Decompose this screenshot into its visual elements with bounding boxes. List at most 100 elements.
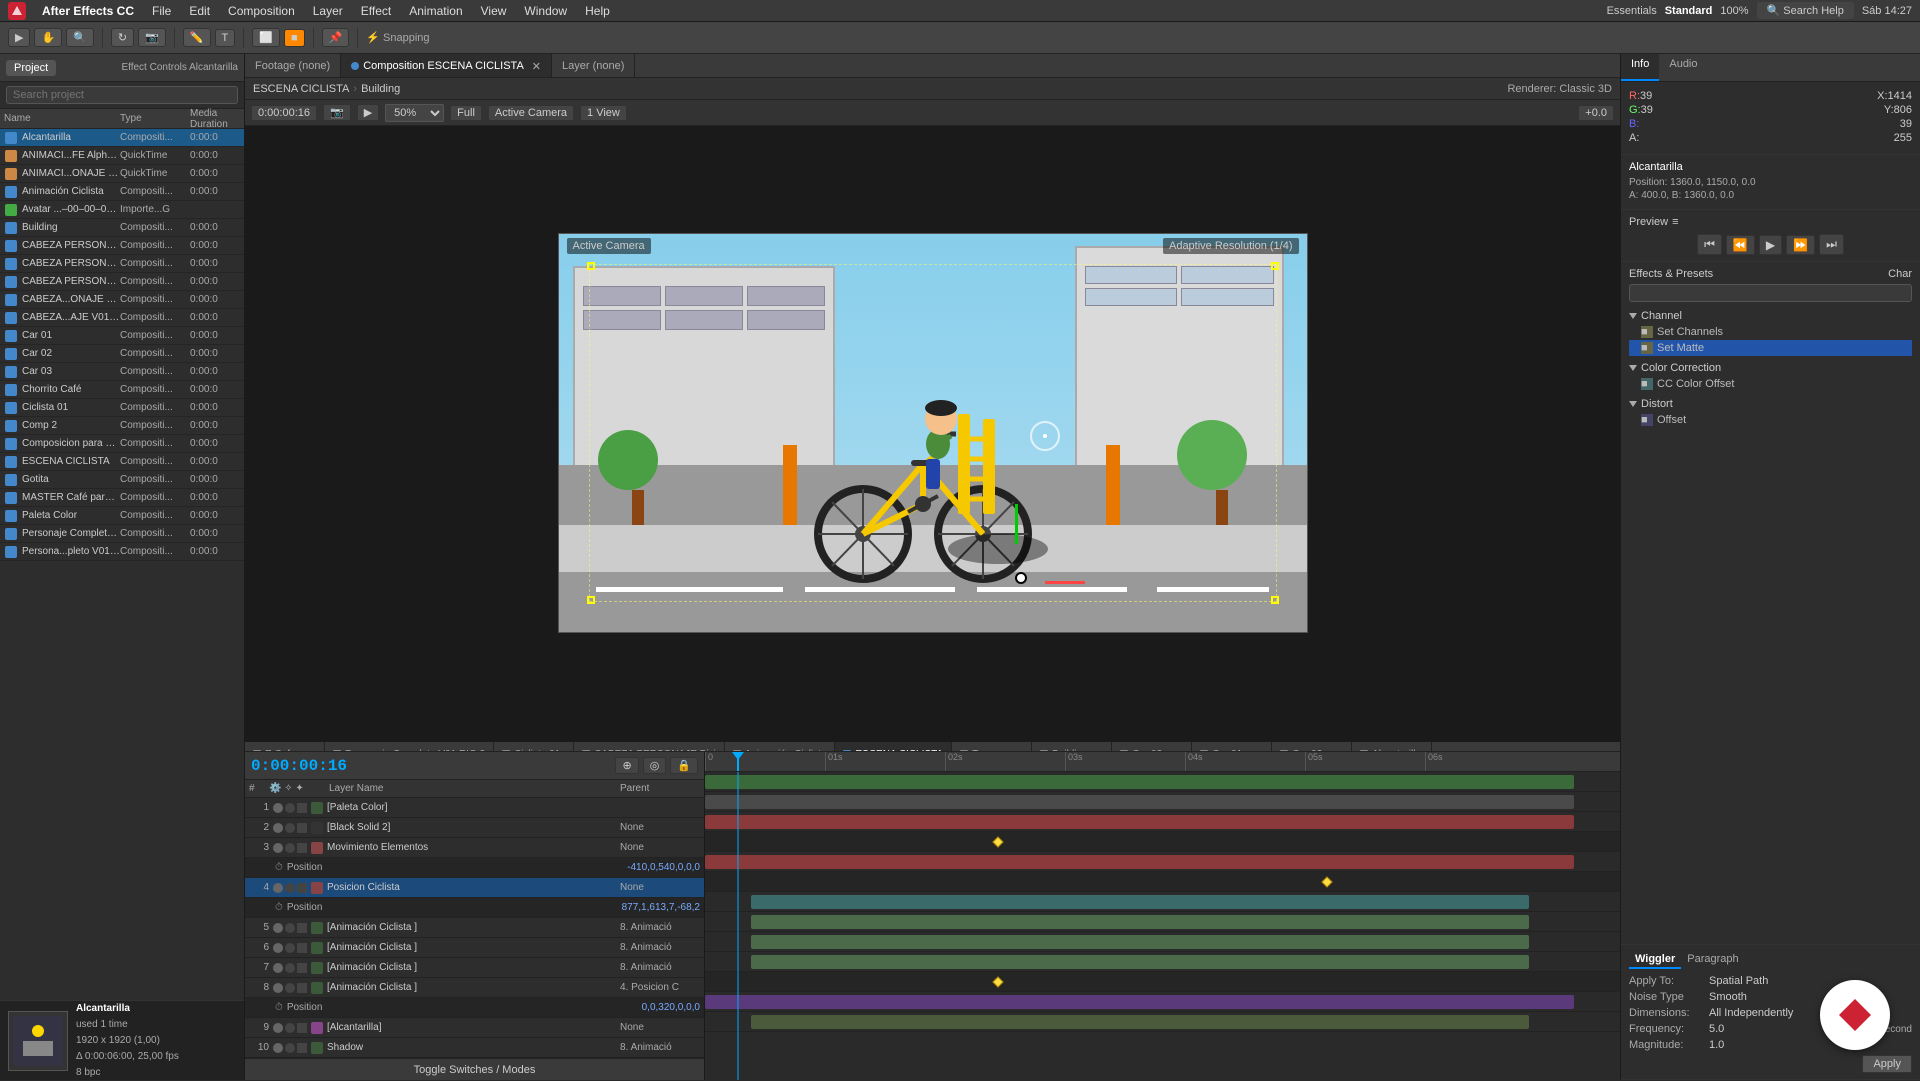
viewer-snap-btn[interactable]: 📷 (323, 104, 351, 121)
lock-btn[interactable] (297, 1043, 307, 1053)
toolbar-zoom[interactable]: 🔍 (66, 28, 94, 47)
timeline-tab[interactable]: Alcantarilla (1352, 742, 1432, 752)
preview-menu-icon[interactable]: ≡ (1672, 216, 1678, 228)
visibility-btn[interactable] (273, 883, 283, 893)
lock-btn[interactable] (297, 803, 307, 813)
project-item[interactable]: Car 01 Compositi... 0:00:0 (0, 327, 244, 345)
project-item[interactable]: Comp 2 Compositi... 0:00:0 (0, 417, 244, 435)
project-item[interactable]: Paleta Color Compositi... 0:00:0 (0, 507, 244, 525)
project-item[interactable]: Composicion para Loop Compositi... 0:00:… (0, 435, 244, 453)
track-bar[interactable] (705, 995, 1574, 1009)
prev-first-btn[interactable]: ⏮ (1697, 234, 1722, 255)
solo-btn[interactable] (285, 923, 295, 933)
menu-effect[interactable]: Effect (353, 2, 399, 20)
offset-item[interactable]: ■ Offset (1629, 412, 1912, 428)
timeline-layer[interactable]: 2 [Black Solid 2] None (245, 818, 704, 838)
visibility-btn[interactable] (273, 1043, 283, 1053)
prev-back-btn[interactable]: ⏪ (1726, 235, 1755, 255)
keyframe-diamond[interactable] (992, 976, 1003, 987)
timeline-track[interactable] (705, 892, 1620, 912)
handle-tr[interactable] (1271, 262, 1279, 270)
toolbar-text[interactable]: T (215, 29, 236, 47)
project-item[interactable]: Animación Ciclista Compositi... 0:00:0 (0, 183, 244, 201)
layer-tab[interactable]: Layer (none) (552, 54, 635, 78)
project-item[interactable]: Ciclista 01 Compositi... 0:00:0 (0, 399, 244, 417)
set-matte-item[interactable]: ■ Set Matte (1629, 340, 1912, 356)
solo-btn[interactable] (285, 843, 295, 853)
timeline-tab[interactable]: Building (1032, 742, 1112, 752)
lock-btn[interactable] (297, 963, 307, 973)
visibility-btn[interactable] (273, 1023, 283, 1033)
menu-animation[interactable]: Animation (401, 2, 470, 20)
layer-sub-prop[interactable]: ⏱ Position -410,0,540,0,0,0 (245, 858, 704, 878)
breadcrumb-layer[interactable]: Building (361, 83, 400, 95)
solo-btn[interactable] (285, 983, 295, 993)
distort-group-header[interactable]: Distort (1629, 396, 1912, 412)
timeline-layer[interactable]: 6 [Animación Ciclista ] 8. Animació (245, 938, 704, 958)
toolbar-rotate[interactable]: ↻ (111, 28, 134, 47)
solo-btn[interactable] (285, 1043, 295, 1053)
viewer-view-btn[interactable]: 1 View (580, 105, 627, 121)
timeline-tab[interactable]: Tree (952, 742, 1032, 752)
timeline-tab[interactable]: E Cafe (245, 742, 325, 752)
toolbar-selection[interactable]: ▶ (8, 28, 30, 47)
project-item[interactable]: Chorrito Café Compositi... 0:00:0 (0, 381, 244, 399)
timeline-layer[interactable]: 3 Movimiento Elementos None (245, 838, 704, 858)
timeline-layer[interactable]: 1 [Paleta Color] (245, 798, 704, 818)
visibility-btn[interactable] (273, 963, 283, 973)
workspace-standard[interactable]: Standard (1665, 5, 1713, 17)
project-item[interactable]: ESCENA CICLISTA Compositi... 0:00:0 (0, 453, 244, 471)
timeline-layer[interactable]: 5 [Animación Ciclista ] 8. Animació (245, 918, 704, 938)
toolbar-fill[interactable]: ■ (284, 29, 305, 47)
lock-btn[interactable] (297, 1023, 307, 1033)
track-bar[interactable] (705, 855, 1574, 869)
project-item[interactable]: CABEZA PERSONAJE Bici Compositi... 0:00:… (0, 237, 244, 255)
timeline-tab[interactable]: Car 03 (1112, 742, 1192, 752)
cc-color-offset-item[interactable]: ■ CC Color Offset (1629, 376, 1912, 392)
tl-lock-btn[interactable]: 🔒 (670, 757, 698, 774)
tl-new-comp-btn[interactable]: ⊕ (615, 757, 638, 774)
visibility-btn[interactable] (273, 943, 283, 953)
lock-btn[interactable] (297, 923, 307, 933)
colorcorrection-group-header[interactable]: Color Correction (1629, 360, 1912, 376)
timeline-tab[interactable]: Animación Ciclista (725, 742, 836, 752)
visibility-btn[interactable] (273, 803, 283, 813)
timeline-track[interactable] (705, 992, 1620, 1012)
toolbar-puppet[interactable]: 📌 (322, 28, 350, 47)
timeline-track[interactable] (705, 792, 1620, 812)
red-diamond-btn[interactable] (1820, 980, 1890, 1050)
tl-solo-btn[interactable]: ◎ (643, 757, 667, 774)
project-search-input[interactable] (6, 86, 238, 104)
apply-button[interactable]: Apply (1862, 1055, 1912, 1073)
timeline-track[interactable] (705, 1012, 1620, 1032)
layer-sub-prop[interactable]: ⏱ Position 0,0,320,0,0,0 (245, 998, 704, 1018)
info-tab[interactable]: Info (1621, 54, 1659, 81)
handle-bl[interactable] (587, 596, 595, 604)
menu-edit[interactable]: Edit (181, 2, 218, 20)
timeline-track[interactable] (705, 772, 1620, 792)
prev-last-btn[interactable]: ⏭ (1819, 234, 1844, 255)
track-bar[interactable] (751, 935, 1529, 949)
effects-search-input[interactable]: set (1629, 284, 1912, 302)
x-axis-handle[interactable] (1045, 581, 1085, 584)
timeline-playhead[interactable] (737, 752, 739, 771)
toolbar-shape[interactable]: ⬜ (252, 28, 280, 47)
keyframe-diamond[interactable] (992, 836, 1003, 847)
lock-btn[interactable] (297, 843, 307, 853)
lock-btn[interactable] (297, 983, 307, 993)
menu-window[interactable]: Window (516, 2, 575, 20)
handle-br[interactable] (1271, 596, 1279, 604)
lock-btn[interactable] (297, 943, 307, 953)
viewer-quality-btn[interactable]: Full (450, 105, 482, 121)
timeline-layer[interactable]: 8 [Animación Ciclista ] 4. Posicion C (245, 978, 704, 998)
project-item[interactable]: Building Compositi... 0:00:0 (0, 219, 244, 237)
viewer-time-btn[interactable]: 0:00:00:16 (251, 105, 317, 121)
prev-fwd-btn[interactable]: ⏩ (1786, 235, 1815, 255)
lock-btn[interactable] (297, 823, 307, 833)
timeline-tab[interactable]: Car 01 (1192, 742, 1272, 752)
y-axis-handle[interactable] (1015, 504, 1018, 544)
solo-btn[interactable] (285, 943, 295, 953)
timeline-ruler-bar[interactable]: 0 01s 02s 03s 04s 05s 06s (705, 752, 1620, 772)
menu-app-name[interactable]: After Effects CC (34, 2, 142, 20)
timeline-track[interactable] (705, 932, 1620, 952)
